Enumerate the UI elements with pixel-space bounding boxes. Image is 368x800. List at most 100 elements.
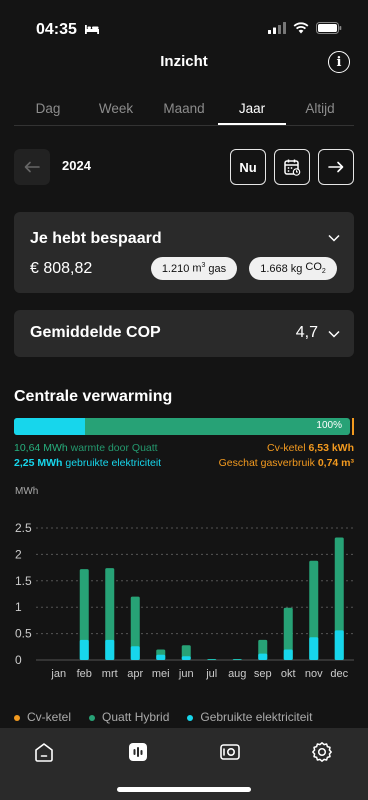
status-time: 04:35 (36, 21, 77, 38)
gas-saved-unit: m3 (192, 262, 206, 275)
x-tick-label: dec (330, 668, 348, 680)
bar-electricity (130, 646, 140, 660)
signal-icon (268, 22, 286, 34)
chart-unit: MWh (15, 486, 39, 497)
section-title: Centrale verwarming (14, 388, 173, 405)
legend-item-boiler: Cv-ketel (14, 710, 71, 724)
settings-icon (312, 742, 332, 762)
now-button[interactable]: Nu (230, 149, 266, 185)
gas-saved-label: gas (208, 262, 227, 275)
bar-electricity (258, 653, 268, 660)
electricity-progress-fill (14, 418, 85, 435)
electricity-stat: 2,25 MWh gebruikte elektriciteit (14, 457, 161, 469)
y-tick-label: 2.5 (15, 521, 32, 535)
page-title: Inzicht (160, 53, 208, 70)
x-tick-label: nov (305, 668, 323, 680)
battery-icon (316, 22, 342, 34)
y-tick-label: 2 (15, 547, 22, 561)
cop-value: 4,7 (295, 324, 318, 341)
legend-item-quatt: Quatt Hybrid (89, 710, 169, 724)
bar-electricity (181, 656, 191, 660)
period-label: 2024 (62, 158, 91, 173)
heating-progress-bar: 100% (14, 418, 350, 435)
calendar-icon (284, 159, 301, 176)
nav-device[interactable] (218, 740, 242, 764)
heat-value: 10,64 MWh (14, 442, 68, 454)
co2-saved-unit: kg (290, 262, 303, 275)
chart-legend: Cv-ketel Quatt Hybrid Gebruikte elektric… (14, 710, 354, 724)
boiler-value: 6,53 kWh (308, 442, 354, 454)
tab-altijd[interactable]: Altijd (286, 96, 354, 125)
electricity-value: 2,25 MWh (14, 457, 63, 469)
bar-electricity (156, 654, 166, 660)
home-icon (35, 743, 53, 762)
bed-icon (85, 25, 99, 34)
nav-home[interactable] (32, 740, 56, 764)
gas-saved-value: 1.210 (161, 262, 190, 275)
legend-item-electricity: Gebruikte elektriciteit (187, 710, 312, 724)
cop-card[interactable]: Gemiddelde COP 4,7 (14, 310, 354, 357)
y-tick-label: 1.5 (15, 574, 32, 588)
bar-electricity (79, 639, 89, 660)
gas-value: 0,74 m³ (317, 457, 354, 469)
period-tabs: Dag Week Maand Jaar Altijd (14, 96, 354, 126)
savings-amount: € 808,82 (30, 260, 93, 277)
tab-maand[interactable]: Maand (150, 96, 218, 125)
savings-card[interactable]: Je hebt bespaard € 808,82 1.210 m3 gas 1… (14, 212, 354, 293)
x-tick-label: mrt (102, 668, 118, 680)
period-navigation: 2024 Nu (14, 149, 354, 185)
heat-stat: 10,64 MWh warmte door Quatt (14, 442, 158, 454)
x-tick-label: okt (281, 668, 296, 680)
gas-saved-badge: 1.210 m3 gas (151, 257, 237, 280)
heat-label: warmte door Quatt (70, 442, 158, 454)
boiler-progress-marker (352, 418, 354, 435)
arrow-left-icon (24, 161, 40, 173)
bar-electricity (283, 649, 293, 660)
info-button[interactable]: i (328, 51, 350, 73)
cop-title: Gemiddelde COP (30, 324, 161, 341)
device-icon (220, 744, 240, 760)
calendar-button[interactable] (274, 149, 310, 185)
nav-insights[interactable] (126, 740, 150, 764)
energy-bar-chart: 0 0.5 1 1.5 2 2.5 jan feb mrt apr mei jun jul aug sep o… (15, 521, 354, 680)
nav-settings[interactable] (310, 740, 334, 764)
bar-electricity (309, 637, 319, 660)
x-tick-label: feb (77, 668, 92, 680)
insights-icon (129, 743, 147, 761)
gas-stat: Geschat gasverbruik 0,74 m³ (219, 457, 354, 469)
co2-saved-value: 1.668 (260, 262, 288, 275)
chevron-down-icon (328, 234, 340, 242)
bar-electricity (105, 639, 115, 660)
info-icon: i (336, 54, 342, 70)
tab-dag[interactable]: Dag (14, 96, 82, 125)
savings-title: Je hebt bespaard (30, 230, 162, 247)
x-tick-label: jun (178, 668, 194, 680)
x-tick-label: jan (50, 668, 66, 680)
co2-saved-label: CO2 (305, 261, 326, 276)
tab-jaar[interactable]: Jaar (218, 96, 286, 125)
next-period-button[interactable] (318, 149, 354, 185)
electricity-label: gebruikte elektriciteit (65, 457, 162, 469)
y-tick-label: 0.5 (15, 627, 32, 641)
x-tick-label: apr (127, 668, 143, 680)
wifi-icon (293, 22, 309, 34)
gas-label: Geschat gasverbruik (218, 457, 315, 469)
boiler-stat: Cv-ketel 6,53 kWh (267, 442, 354, 454)
tab-week[interactable]: Week (82, 96, 150, 125)
bar-electricity (207, 659, 217, 660)
now-label: Nu (239, 159, 257, 175)
boiler-label: Cv-ketel (267, 442, 306, 454)
previous-period-button[interactable] (14, 149, 50, 185)
x-tick-label: jul (205, 668, 217, 680)
status-bar: 04:35 (0, 0, 368, 52)
home-indicator (117, 787, 251, 792)
progress-percent: 100% (316, 420, 342, 431)
title-bar: Inzicht i (0, 46, 368, 78)
arrow-right-icon (328, 161, 344, 173)
chevron-down-icon (328, 330, 340, 338)
x-tick-label: sep (254, 668, 272, 680)
bar-electricity (334, 630, 344, 660)
bar-electricity (232, 659, 242, 660)
y-tick-label: 0 (15, 653, 22, 667)
co2-saved-badge: 1.668 kg CO2 (249, 257, 337, 280)
